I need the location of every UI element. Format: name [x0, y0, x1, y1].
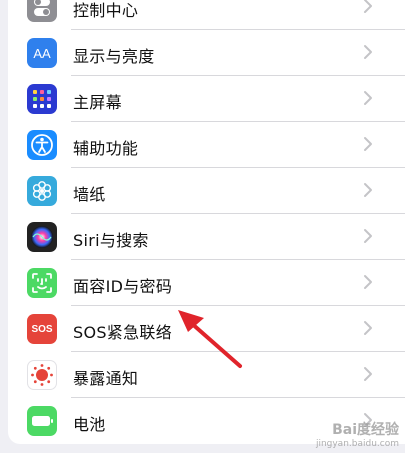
settings-row-label: 电池 [73, 415, 106, 434]
settings-row-control-center[interactable]: 控制中心 [8, 0, 405, 30]
settings-row-label: Siri与搜索 [73, 231, 149, 250]
settings-row-label: 暴露通知 [73, 369, 139, 388]
settings-row-display-brightness[interactable]: AA 显示与亮度 [8, 30, 405, 76]
sos-icon: SOS [27, 314, 57, 344]
accessibility-icon [27, 130, 57, 160]
settings-row-emergency-sos[interactable]: SOS SOS紧急联络 [8, 306, 405, 352]
chevron-right-icon [364, 183, 372, 197]
settings-row-label: 控制中心 [73, 1, 139, 20]
settings-row-label: 辅助功能 [73, 139, 139, 158]
watermark-url: jingyan.baidu.com [315, 439, 399, 449]
display-brightness-icon: AA [27, 38, 57, 68]
chevron-right-icon [364, 137, 372, 151]
settings-row-wallpaper[interactable]: 墙纸 [8, 168, 405, 214]
face-id-icon [27, 268, 57, 298]
chevron-right-icon [364, 229, 372, 243]
siri-icon [27, 222, 57, 252]
control-center-icon [27, 0, 57, 22]
baidu-jingyan-watermark: Bai度经验 jingyan.baidu.com [316, 419, 399, 449]
settings-row-siri-search[interactable]: Siri与搜索 [8, 214, 405, 260]
chevron-right-icon [364, 367, 372, 381]
settings-row-label: 墙纸 [73, 185, 106, 204]
chevron-right-icon [364, 321, 372, 335]
settings-row-accessibility[interactable]: 辅助功能 [8, 122, 405, 168]
settings-row-label: 显示与亮度 [73, 47, 155, 66]
battery-icon [27, 406, 57, 436]
chevron-right-icon [364, 45, 372, 59]
chevron-right-icon [364, 275, 372, 289]
settings-row-exposure-notifications[interactable]: 暴露通知 [8, 352, 405, 398]
settings-list: 控制中心 AA 显示与亮度 主屏幕 辅助功能 墙纸 Siri与搜索 面容ID与密… [8, 0, 405, 444]
home-screen-icon [27, 84, 57, 114]
exposure-notification-icon [27, 360, 57, 390]
watermark-brand: Bai度经验 [332, 422, 399, 438]
settings-row-face-id-passcode[interactable]: 面容ID与密码 [8, 260, 405, 306]
wallpaper-icon [27, 176, 57, 206]
settings-row-label: 面容ID与密码 [73, 277, 173, 296]
chevron-right-icon [364, 0, 372, 13]
settings-row-home-screen[interactable]: 主屏幕 [8, 76, 405, 122]
chevron-right-icon [364, 91, 372, 105]
settings-row-label: 主屏幕 [73, 93, 122, 112]
settings-row-label: SOS紧急联络 [73, 323, 173, 342]
display-brightness-glyph: AA [33, 45, 51, 61]
sos-glyph: SOS [31, 323, 53, 335]
